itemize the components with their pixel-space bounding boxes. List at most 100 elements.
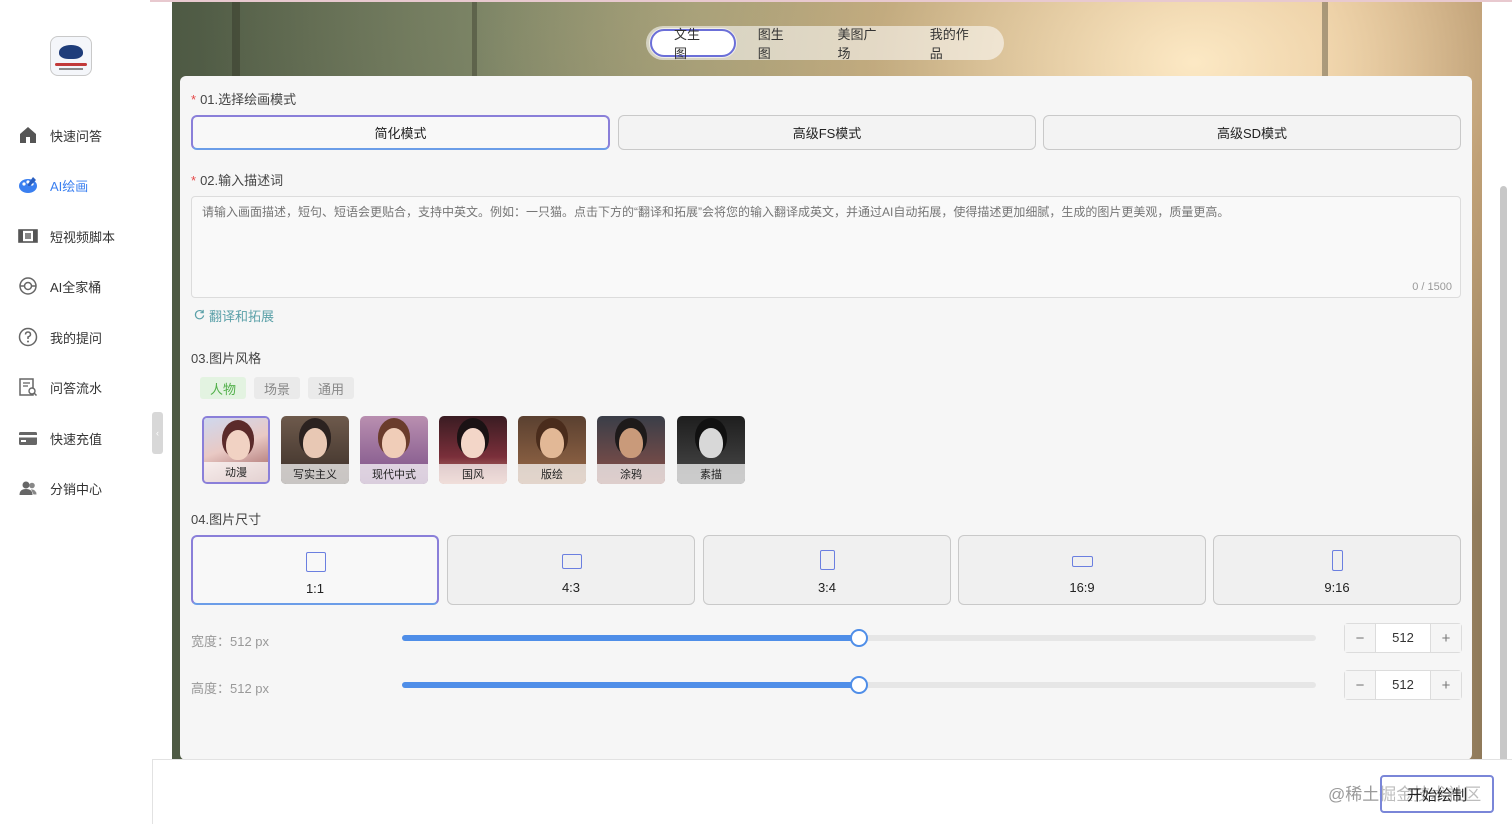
width-value-input[interactable]: 512 [1375,624,1431,652]
style-tab-scene[interactable]: 场景 [254,377,301,399]
preset-portrait [540,428,564,458]
width-label: 宽度：512 px [191,634,270,649]
plus-icon: + [1441,629,1451,647]
tab-text-to-image[interactable]: 文生图 [650,27,736,61]
sidebar-item-label: 问答流水 [50,380,103,396]
app-logo[interactable] [50,36,92,76]
sidebar-item-ai-painting[interactable]: AI绘画 [18,173,88,197]
minus-icon: − [1355,676,1365,694]
mode-advanced-fs-button[interactable]: 高级FS模式 [618,115,1036,150]
height-increment-button[interactable]: + [1431,671,1461,699]
preset-caption: 写实主义 [281,464,349,484]
question-icon [18,327,38,347]
preset-caption: 现代中式 [360,464,428,484]
mode-advanced-sd-button[interactable]: 高级SD模式 [1043,115,1461,150]
width-slider-fill [402,635,859,641]
sidebar-item-ai-suite[interactable]: AI全家桶 [18,274,101,298]
document-search-icon [18,377,38,397]
tab-my-works[interactable]: 我的作品 [910,27,1000,61]
banner-tree-decoration [472,2,477,76]
char-counter: 0 / 1500 [1412,281,1452,293]
style-preset-modern-chinese[interactable]: 现代中式 [360,416,428,484]
style-preset-realism[interactable]: 写实主义 [281,416,349,484]
height-slider-handle[interactable] [850,676,868,694]
prompt-section-label: * 02.输入描述词 [191,173,284,188]
size-option-16-9[interactable]: 16:9 [958,535,1206,605]
sidebar-item-video-script[interactable]: 短视频脚本 [18,224,115,248]
banner-tree-decoration [1322,2,1328,76]
style-preset-graffiti[interactable]: 涂鸦 [597,416,665,484]
logo-fish-mark [59,45,83,59]
palette-icon [18,175,38,195]
start-drawing-button[interactable]: 开始绘制 [1380,775,1494,813]
target-icon [18,276,38,296]
preset-caption: 版绘 [518,464,586,484]
users-icon [18,478,38,498]
style-tab-general[interactable]: 通用 [308,377,355,399]
sidebar-item-label: 我的提问 [50,330,103,346]
sidebar-collapse-handle[interactable]: ‹ [152,412,163,454]
width-decrement-button[interactable]: − [1345,624,1375,652]
preset-portrait [619,428,643,458]
prompt-textarea[interactable] [191,196,1461,298]
preset-portrait [303,428,327,458]
landscape-ratio-icon [562,554,582,569]
height-decrement-button[interactable]: − [1345,671,1375,699]
mode-tabs: 文生图 图生图 美图广场 我的作品 [646,26,1004,61]
size-section-label: 04.图片尺寸 [191,512,262,527]
sidebar-item-my-questions[interactable]: 我的提问 [18,325,102,349]
required-marker: * [191,173,197,188]
tab-gallery[interactable]: 美图广场 [817,27,907,61]
page-scrollbar[interactable] [1500,186,1507,786]
size-option-4-3[interactable]: 4:3 [447,535,695,605]
sidebar-item-label: 快速问答 [50,128,103,144]
logo-text-line [59,68,83,70]
style-preset-panel-art[interactable]: 版绘 [518,416,586,484]
style-preset-anime[interactable]: 动漫 [202,416,270,484]
preset-caption: 涂鸦 [597,464,665,484]
height-value-input[interactable]: 512 [1375,671,1431,699]
preset-caption: 国风 [439,464,507,484]
mode-simple-button[interactable]: 简化模式 [191,115,610,150]
height-stepper: − 512 + [1344,670,1462,700]
film-icon [18,226,38,246]
width-slider[interactable] [402,629,1316,647]
tab-image-to-image[interactable]: 图生图 [738,27,816,61]
sidebar-item-quick-qa[interactable]: 快速问答 [18,123,102,147]
mode-section-label: * 01.选择绘画模式 [191,92,297,107]
sidebar-item-recharge[interactable]: 快速充值 [18,426,102,450]
required-marker: * [191,92,197,107]
style-tab-person[interactable]: 人物 [200,377,247,399]
square-ratio-icon [306,552,326,572]
style-preset-sketch[interactable]: 素描 [677,416,745,484]
height-slider[interactable] [402,676,1316,694]
style-preset-guofeng[interactable]: 国风 [439,416,507,484]
chevron-left-icon: ‹ [156,428,159,438]
size-option-1-1[interactable]: 1:1 [191,535,439,605]
sidebar-item-label: 分销中心 [50,481,103,497]
sidebar-item-distribution[interactable]: 分销中心 [18,476,102,500]
banner-tree-decoration [232,2,240,76]
preset-portrait [699,428,723,458]
size-option-9-16[interactable]: 9:16 [1213,535,1461,605]
preset-portrait [226,430,250,460]
sidebar-item-label: AI绘画 [50,178,89,194]
height-slider-fill [402,682,859,688]
logo-band [55,63,87,66]
size-option-label: 9:16 [1324,580,1350,595]
height-label: 高度：512 px [191,681,270,696]
portrait-ratio-icon [820,550,835,570]
width-increment-button[interactable]: + [1431,624,1461,652]
sidebar-item-label: 短视频脚本 [50,229,116,245]
size-option-label: 4:3 [561,580,581,595]
tall-ratio-icon [1332,550,1343,571]
sidebar-item-qa-history[interactable]: 问答流水 [18,375,102,399]
wide-ratio-icon [1072,556,1093,567]
width-slider-handle[interactable] [850,629,868,647]
translate-expand-link[interactable]: 翻译和拓展 [194,306,274,325]
plus-icon: + [1441,676,1451,694]
preset-portrait [461,428,485,458]
preset-portrait [382,428,406,458]
size-option-3-4[interactable]: 3:4 [703,535,951,605]
preset-caption: 动漫 [204,462,268,482]
